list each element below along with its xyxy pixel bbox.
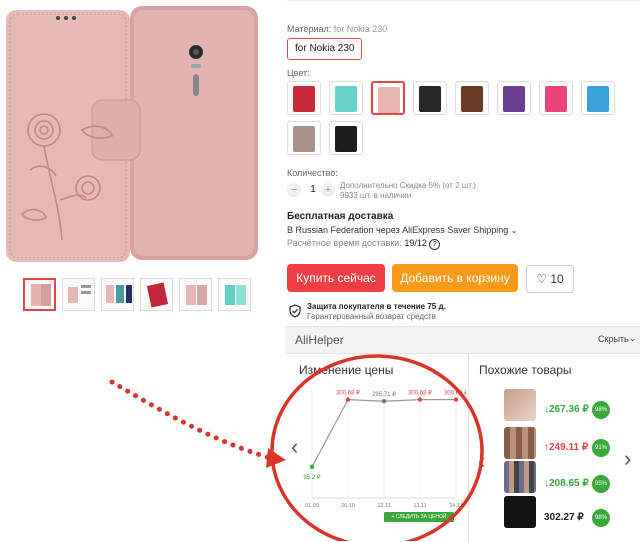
x-tick-label: 01.09 <box>305 503 319 509</box>
price-point-label: 300.68 ₽ <box>408 390 432 397</box>
color-swatch-rose[interactable] <box>539 81 573 115</box>
x-tick-label: 14.11 <box>449 503 462 509</box>
similar-item-image[interactable] <box>504 389 536 421</box>
thumbnail-1[interactable] <box>23 278 56 311</box>
follow-price-button[interactable]: + СЛЕДИТЬ ЗА ЦЕНОЙ <box>384 512 454 522</box>
color-swatch-black-2[interactable] <box>329 121 363 155</box>
similar-item-score-badge: 98% <box>592 401 610 419</box>
chevron-down-icon[interactable]: ⌄ <box>629 333 637 344</box>
thumbnail-6[interactable] <box>218 278 251 311</box>
similar-item-price: ↓267.36 ₽ <box>544 404 589 415</box>
wishlist-count: 10 <box>550 272 564 286</box>
help-icon[interactable]: ? <box>429 239 441 250</box>
color-swatch-black[interactable] <box>413 81 447 115</box>
alihelper-brand: AliHelper <box>295 333 344 347</box>
color-label: Цвет: <box>287 68 310 78</box>
shield-check-icon <box>289 304 301 321</box>
price-history-chart: 95.2 ₽ 300.68 ₽ 295.71 ₽ 300.68 ₽ 300.68 ₽ 01… <box>303 390 466 509</box>
color-swatch-red[interactable] <box>287 81 321 115</box>
color-swatch-brown[interactable] <box>455 81 489 115</box>
buy-now-button[interactable]: Купить сейчас <box>287 264 385 292</box>
shipping-title: Бесплатная доставка <box>287 211 394 222</box>
buyer-protection: Защита покупателя в течение 75 д. Гарант… <box>307 302 446 322</box>
add-to-cart-button[interactable]: Добавить в корзину <box>392 264 518 292</box>
shipping-route: В Russian Federation через AliExpress Sa… <box>287 225 509 235</box>
chevron-left-icon[interactable]: ‹ <box>291 434 298 460</box>
protection-subtitle: Гарантированный возврат средств <box>307 312 436 321</box>
similar-item-image[interactable] <box>504 427 536 459</box>
material-label: Материал: <box>287 24 332 34</box>
similar-item-score-badge: 98% <box>592 509 610 527</box>
material-value: for Nokia 230 <box>333 24 388 34</box>
thumbnail-2[interactable] <box>62 278 95 311</box>
price-point <box>453 397 459 402</box>
thumbnail-5[interactable] <box>179 278 212 311</box>
color-swatch-blue[interactable] <box>581 81 615 115</box>
x-tick-label: 26.10 <box>341 503 355 509</box>
similar-item-price: ↓208.65 ₽ <box>544 478 589 489</box>
annotation-dotted-arrow <box>109 379 273 461</box>
x-tick-label: 12.11 <box>377 503 390 509</box>
chevron-left-icon[interactable]: ‹ <box>478 448 485 474</box>
alihelper-header: AliHelper Скрыть ⌄ <box>285 327 640 354</box>
similar-item-score-badge: 95% <box>592 475 610 493</box>
wishlist-button[interactable]: ♡ 10 <box>526 265 574 293</box>
price-point-label: 300.68 ₽ <box>336 390 360 397</box>
chevron-down-icon: ⌄ <box>510 226 518 235</box>
material-option-selected[interactable]: for Nokia 230 <box>287 38 363 60</box>
price-point-label: 295.71 ₽ <box>372 391 396 398</box>
stock-text: 9933 шт. в наличии <box>340 191 412 200</box>
price-history-title: Изменение цены <box>299 363 394 377</box>
price-point <box>309 464 315 470</box>
thumbnail-3[interactable] <box>101 278 134 311</box>
discount-text: Дополнительно Скидка 5% (от 2 шт.) <box>340 181 476 190</box>
quantity-label: Количество: <box>287 168 338 178</box>
product-main-image <box>0 0 270 270</box>
price-point <box>381 399 387 404</box>
phone-case-illustration <box>6 6 258 262</box>
quantity-plus-button[interactable]: + <box>321 183 335 197</box>
color-swatch-grey[interactable] <box>287 121 321 155</box>
shipping-eta-label: Расчётное время доставки: <box>287 238 402 248</box>
similar-item-score-badge: 91% <box>592 439 610 457</box>
column-divider <box>468 354 469 542</box>
heart-icon: ♡ <box>536 272 548 286</box>
shipping-route-row[interactable]: В Russian Federation через AliExpress Sa… <box>287 225 517 235</box>
top-divider <box>287 0 640 9</box>
similar-item-image[interactable] <box>504 496 536 528</box>
price-point-label: 95.2 ₽ <box>303 474 320 481</box>
x-tick-label: 13.11 <box>413 503 426 509</box>
shipping-eta-value: 19/12 <box>404 238 427 248</box>
thumbnail-4[interactable] <box>140 278 173 311</box>
price-point <box>417 397 423 402</box>
material-row: Материал: for Nokia 230 <box>287 24 387 34</box>
color-swatch-purple[interactable] <box>497 81 531 115</box>
similar-item-price: ↑249.11 ₽ <box>544 442 589 453</box>
similar-item-image[interactable] <box>504 461 536 493</box>
price-point <box>345 397 351 402</box>
shipping-eta-row: Расчётное время доставки: 19/12 ? <box>287 238 441 250</box>
similar-item-price: 302.27 ₽ <box>544 512 584 523</box>
quantity-info: Дополнительно Скидка 5% (от 2 шт.) 9933 … <box>340 181 476 201</box>
chevron-right-icon[interactable]: › <box>624 446 631 472</box>
quantity-input[interactable]: 1 <box>307 183 319 197</box>
similar-title: Похожие товары <box>479 363 572 377</box>
hide-panel-button[interactable]: Скрыть <box>598 334 629 344</box>
protection-title: Защита покупателя в течение 75 д. <box>307 302 446 311</box>
color-swatch-mint[interactable] <box>329 81 363 115</box>
quantity-minus-button[interactable]: − <box>287 183 301 197</box>
color-swatch-pink[interactable] <box>371 81 405 115</box>
annotation-arrowhead <box>266 448 286 468</box>
price-point-label: 300.68 ₽ <box>444 390 466 397</box>
